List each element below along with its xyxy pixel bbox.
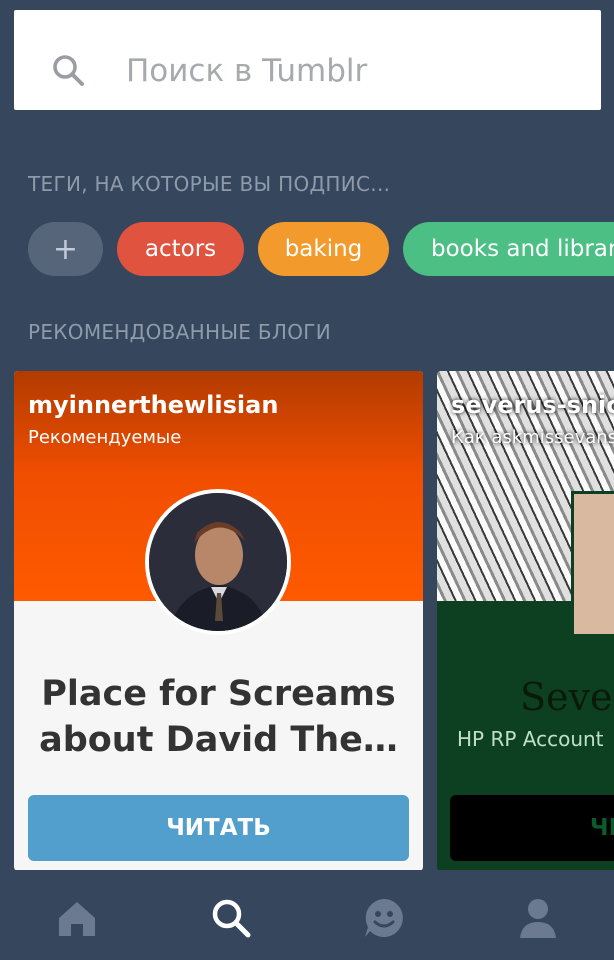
blog-subtitle: Рекомендуемые xyxy=(28,427,182,448)
read-button[interactable]: ЧИТАТЬ xyxy=(28,795,409,861)
tag-baking[interactable]: baking xyxy=(258,222,389,276)
avatar[interactable] xyxy=(145,489,291,635)
blog-card[interactable]: severus-snick Как askmissevans Sever HP … xyxy=(437,371,614,871)
messaging-icon[interactable] xyxy=(362,896,406,940)
home-icon[interactable] xyxy=(55,896,99,940)
blog-title: Sever xyxy=(520,675,614,719)
account-icon[interactable] xyxy=(516,896,560,940)
search-input[interactable]: Поиск в Tumblr xyxy=(126,53,367,89)
tag-books-and-libraries[interactable]: books and librar xyxy=(403,222,614,276)
blog-description: HP RP Account xyxy=(457,727,604,751)
blog-name[interactable]: myinnerthewlisian xyxy=(28,391,278,419)
blog-title: Place for Screams about David The… xyxy=(39,674,398,760)
recommended-blogs-title: РЕКОМЕНДОВАННЫЕ БЛОГИ xyxy=(28,320,332,344)
add-tag-button[interactable]: + xyxy=(28,222,103,276)
blog-subtitle: Как askmissevans xyxy=(451,427,614,448)
search-bar[interactable]: Поиск в Tumblr xyxy=(14,10,601,110)
search-icon[interactable] xyxy=(209,896,253,940)
tag-actors[interactable]: actors xyxy=(117,222,244,276)
avatar[interactable] xyxy=(571,491,614,637)
search-icon xyxy=(52,54,86,93)
blog-name[interactable]: severus-snick xyxy=(451,391,614,419)
bottom-navigation xyxy=(0,870,614,960)
read-button[interactable]: ЧИ xyxy=(450,795,614,861)
blog-card[interactable]: myinnerthewlisian Рекомендуемые Place fo… xyxy=(14,371,423,871)
tags-section-title: ТЕГИ, НА КОТОРЫЕ ВЫ ПОДПИС... xyxy=(28,172,391,196)
